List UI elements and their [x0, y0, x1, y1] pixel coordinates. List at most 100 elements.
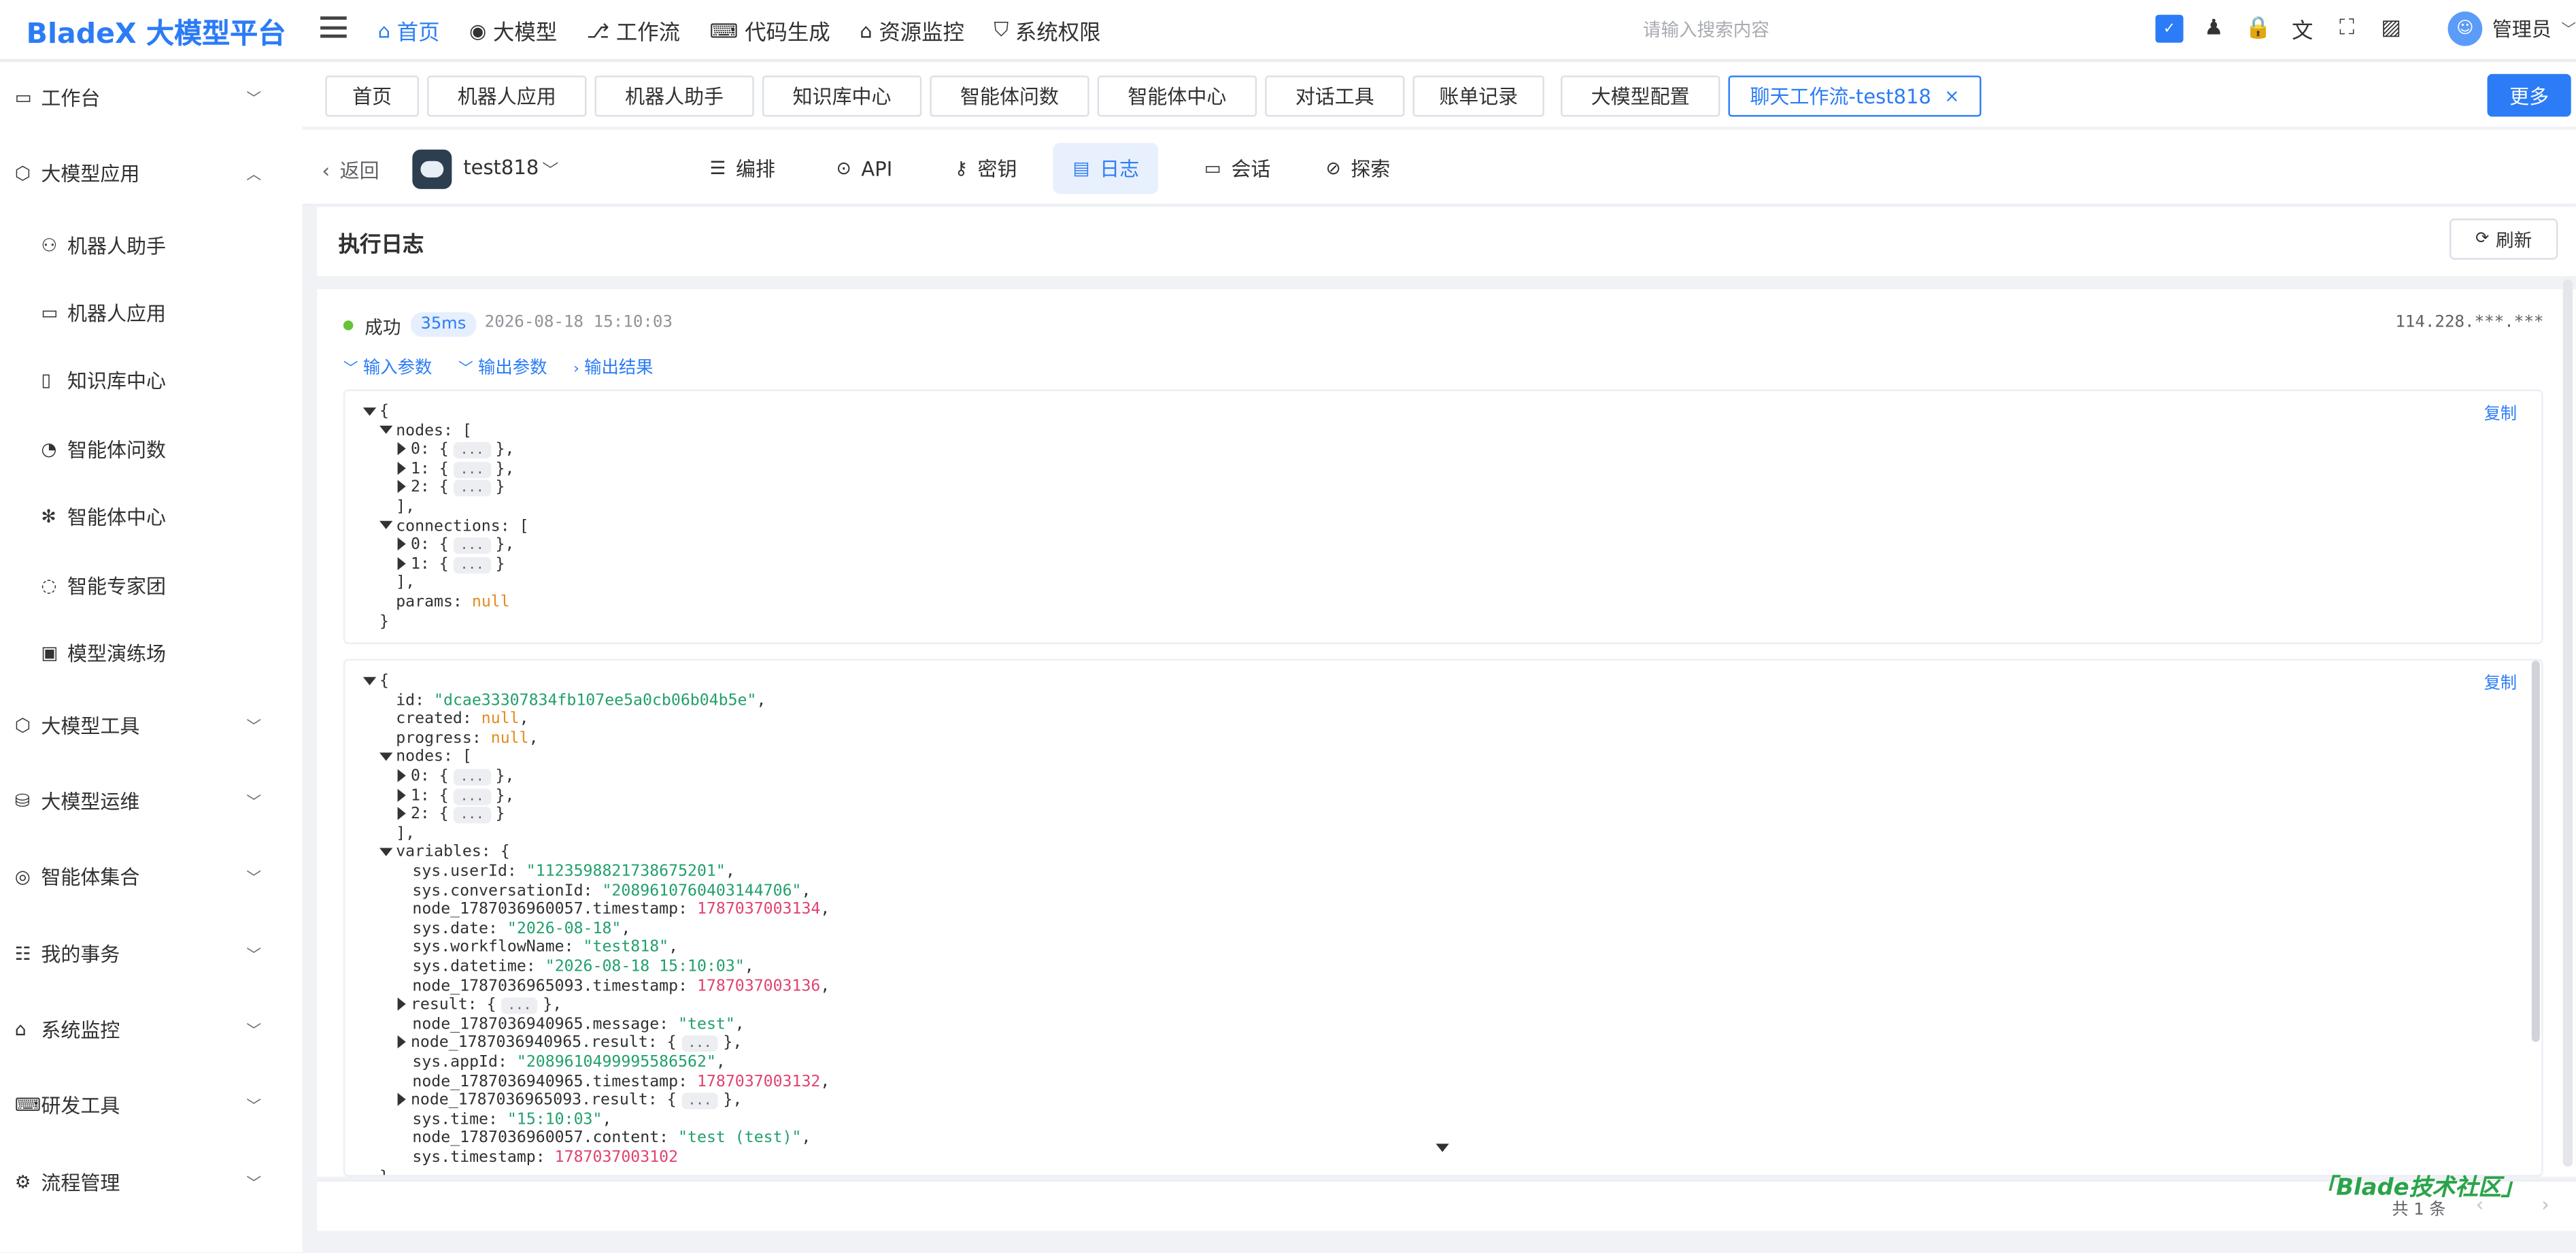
json-key: }	[379, 612, 390, 631]
sidebar-item-8[interactable]: ▣ 模型演练场	[0, 620, 303, 686]
more-button[interactable]: 更多	[2487, 73, 2571, 117]
page-scrollbar[interactable]	[2562, 279, 2573, 1167]
image-icon[interactable]: ▨	[2377, 15, 2405, 43]
json-line: sys.date: "2026-08-18",	[412, 920, 630, 939]
lock-icon[interactable]: 🔒	[2244, 15, 2272, 43]
sidebar-item-3[interactable]: ▭ 机器人应用	[0, 280, 303, 346]
tab-2[interactable]: 机器人助手	[594, 76, 754, 117]
expand-icon[interactable]	[397, 769, 406, 782]
expand-icon[interactable]	[397, 1092, 406, 1107]
close-icon[interactable]: ×	[1944, 86, 1959, 107]
translate-icon[interactable]: 文	[2288, 15, 2316, 44]
collapse-icon[interactable]	[362, 406, 377, 415]
tab-7[interactable]: 账单记录	[1412, 76, 1544, 117]
hamburger-menu-icon[interactable]	[320, 16, 347, 38]
topmenu-item-0[interactable]: ⌂ 首页	[378, 15, 440, 46]
ellipsis-badge[interactable]: ...	[501, 997, 539, 1015]
topmenu-item-5[interactable]: ⛉ 系统权限	[994, 15, 1100, 46]
expand-icon[interactable]	[397, 1035, 406, 1050]
search-input[interactable]: 请输入搜索内容	[1643, 16, 1769, 43]
tab-0[interactable]: 首页	[325, 76, 420, 117]
refresh-button[interactable]: ⟳ 刷新	[2449, 218, 2558, 260]
expand-icon[interactable]	[397, 788, 406, 801]
fullscreen-icon[interactable]: ⛶	[2333, 15, 2360, 43]
json-line: 1: {...},	[396, 786, 514, 806]
expand-icon[interactable]	[397, 480, 406, 494]
json-key: node_1787036940965.message:	[412, 1015, 679, 1034]
json-punct: },	[495, 440, 515, 459]
json-key: 2: {	[410, 478, 449, 497]
sidebar-item-13[interactable]: ⌂ 系统监控 ﹀	[0, 996, 303, 1062]
next-page-icon[interactable]: ›	[2541, 1193, 2549, 1216]
checkbox-icon[interactable]: ✓	[2155, 14, 2184, 43]
sidebar-item-15[interactable]: ⚙ 流程管理 ﹀	[0, 1149, 303, 1215]
json-scrollbar[interactable]	[2531, 661, 2540, 1042]
nav-tab-4[interactable]: ▭ 会话	[1185, 143, 1291, 194]
user-menu[interactable]: ☺ 管理员 ﹀	[2447, 11, 2576, 46]
tab-6[interactable]: 对话工具	[1265, 76, 1405, 117]
tab-9[interactable]: 聊天工作流-test818 ×	[1728, 76, 1982, 117]
nav-tab-2[interactable]: ⚷ 密钥	[935, 143, 1037, 194]
tab-8[interactable]: 大模型配置	[1561, 76, 1721, 117]
ellipsis-badge[interactable]: ...	[454, 556, 491, 573]
sidebar-item-9[interactable]: ⬡ 大模型工具 ﹀	[0, 692, 303, 758]
ellipsis-badge[interactable]: ...	[454, 537, 491, 554]
sidebar-item-0[interactable]: ▭ 工作台 ﹀	[0, 64, 303, 130]
tab-3[interactable]: 知识库中心	[762, 76, 922, 117]
back-button[interactable]: ‹ 返回	[322, 156, 379, 184]
nav-tab-5[interactable]: ⊘ 探索	[1306, 143, 1410, 194]
sidebar-item-6[interactable]: ✻ 智能体中心	[0, 483, 303, 549]
app-name[interactable]: test818	[463, 156, 539, 180]
nav-tab-3[interactable]: ▤ 日志	[1053, 143, 1159, 195]
sidebar-item-2[interactable]: ⚇ 机器人助手	[0, 212, 303, 278]
caret-down-icon[interactable]	[1436, 1143, 1449, 1152]
expand-icon[interactable]	[397, 997, 406, 1012]
log-icon: ▤	[1072, 157, 1090, 180]
ellipsis-badge[interactable]: ...	[454, 480, 491, 497]
tab-5[interactable]: 智能体中心	[1097, 76, 1257, 117]
expand-icon[interactable]	[397, 461, 406, 475]
sidebar-item-5[interactable]: ◔ 智能体问数	[0, 416, 303, 482]
collapse-icon[interactable]	[379, 521, 393, 530]
tab-4[interactable]: 智能体问数	[930, 76, 1089, 117]
nav-tab-0[interactable]: ☰ 编排	[690, 143, 795, 194]
collapse-icon[interactable]	[379, 752, 393, 761]
topmenu-item-1[interactable]: ◉ 大模型	[469, 15, 557, 46]
ellipsis-badge[interactable]: ...	[454, 442, 491, 459]
collapse-icon[interactable]	[362, 676, 377, 685]
expand-icon[interactable]	[397, 807, 406, 820]
ellipsis-badge[interactable]: ...	[454, 769, 491, 786]
section-input-params[interactable]: ﹀ 输入参数	[343, 355, 432, 380]
section-output-result[interactable]: › 输出结果	[573, 355, 653, 380]
expand-icon[interactable]	[397, 537, 406, 551]
copy-button[interactable]: 复制	[2484, 399, 2517, 424]
collapse-icon[interactable]	[379, 425, 393, 434]
shirt-icon[interactable]: ♟	[2200, 15, 2228, 43]
chevron-down-icon[interactable]: ﹀	[542, 156, 558, 181]
sidebar-item-12[interactable]: ☷ 我的事务 ﹀	[0, 920, 303, 986]
sidebar-item-4[interactable]: ▯ 知识库中心	[0, 347, 303, 413]
ellipsis-badge[interactable]: ...	[681, 1035, 719, 1053]
json-punct: ,	[756, 691, 766, 709]
sidebar-item-1[interactable]: ⬡ 大模型应用 ︿	[0, 139, 303, 205]
ellipsis-badge[interactable]: ...	[454, 461, 491, 478]
copy-button[interactable]: 复制	[2484, 669, 2517, 694]
ellipsis-badge[interactable]: ...	[681, 1092, 719, 1110]
ellipsis-badge[interactable]: ...	[454, 807, 491, 824]
nav-tab-1[interactable]: ⊙ API	[817, 143, 913, 194]
topmenu-item-3[interactable]: ⌨ 代码生成	[710, 15, 830, 46]
sidebar-item-11[interactable]: ◎ 智能体集合 ﹀	[0, 843, 303, 909]
sidebar-item-7[interactable]: ◌ 智能专家团	[0, 552, 303, 618]
collapse-icon[interactable]	[379, 848, 393, 856]
tab-1[interactable]: 机器人应用	[427, 76, 587, 117]
ellipsis-badge[interactable]: ...	[454, 788, 491, 805]
topmenu-label: 系统权限	[1015, 21, 1101, 46]
sidebar-item-10[interactable]: ⛁ 大模型运维 ﹀	[0, 767, 303, 833]
expand-icon[interactable]	[397, 556, 406, 570]
sidebar-item-14[interactable]: ⌨ 研发工具 ﹀	[0, 1071, 303, 1137]
section-output-params[interactable]: ﹀ 输出参数	[458, 355, 547, 380]
logo[interactable]: BladeX 大模型平台	[27, 10, 286, 51]
expand-icon[interactable]	[397, 442, 406, 456]
topmenu-item-4[interactable]: ⌂ 资源监控	[860, 15, 964, 46]
topmenu-item-2[interactable]: ⎇ 工作流	[587, 15, 680, 46]
